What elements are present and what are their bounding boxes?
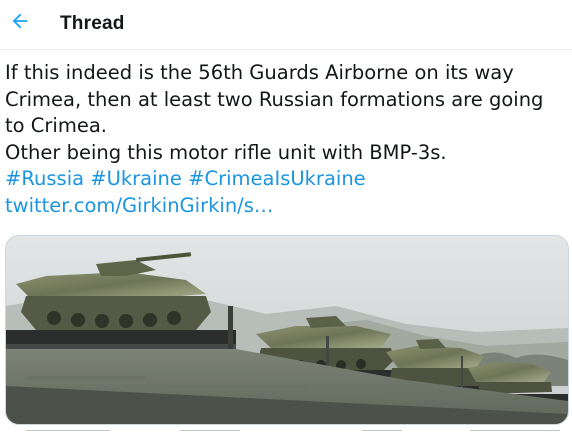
tweet-text-line: to Crimea. <box>5 114 107 137</box>
hashtag-russia[interactable]: #Russia <box>5 167 84 190</box>
divider-segment <box>362 430 402 431</box>
divider-segment <box>180 430 240 431</box>
thread-header: Thread <box>0 0 572 50</box>
tweet-text-line: If this indeed is the 56th Guards Airbor… <box>5 61 514 84</box>
hashtag-row: #Russia #Ukraine #CrimeaIsUkraine <box>5 166 565 193</box>
hashtag-crimeaisukraine[interactable]: #CrimeaIsUkraine <box>188 167 366 190</box>
divider-segment <box>26 430 110 431</box>
tweet-link[interactable]: twitter.com/GirkinGirkin/s… <box>5 194 273 217</box>
media-image <box>6 236 568 424</box>
divider-segment <box>470 430 560 431</box>
link-row: twitter.com/GirkinGirkin/s… <box>5 193 565 220</box>
tweet-media[interactable] <box>5 235 569 425</box>
hashtag-ukraine[interactable]: #Ukraine <box>90 167 182 190</box>
tweet-text-line: Crimea, then at least two Russian format… <box>5 87 544 111</box>
tweet-text-line: Other being this motor rifle unit with B… <box>5 140 447 164</box>
back-button[interactable] <box>6 9 34 37</box>
tweet-text: If this indeed is the 56th Guards Airbor… <box>5 60 565 219</box>
page-title: Thread <box>60 13 125 34</box>
arrow-left-icon <box>9 10 31 37</box>
